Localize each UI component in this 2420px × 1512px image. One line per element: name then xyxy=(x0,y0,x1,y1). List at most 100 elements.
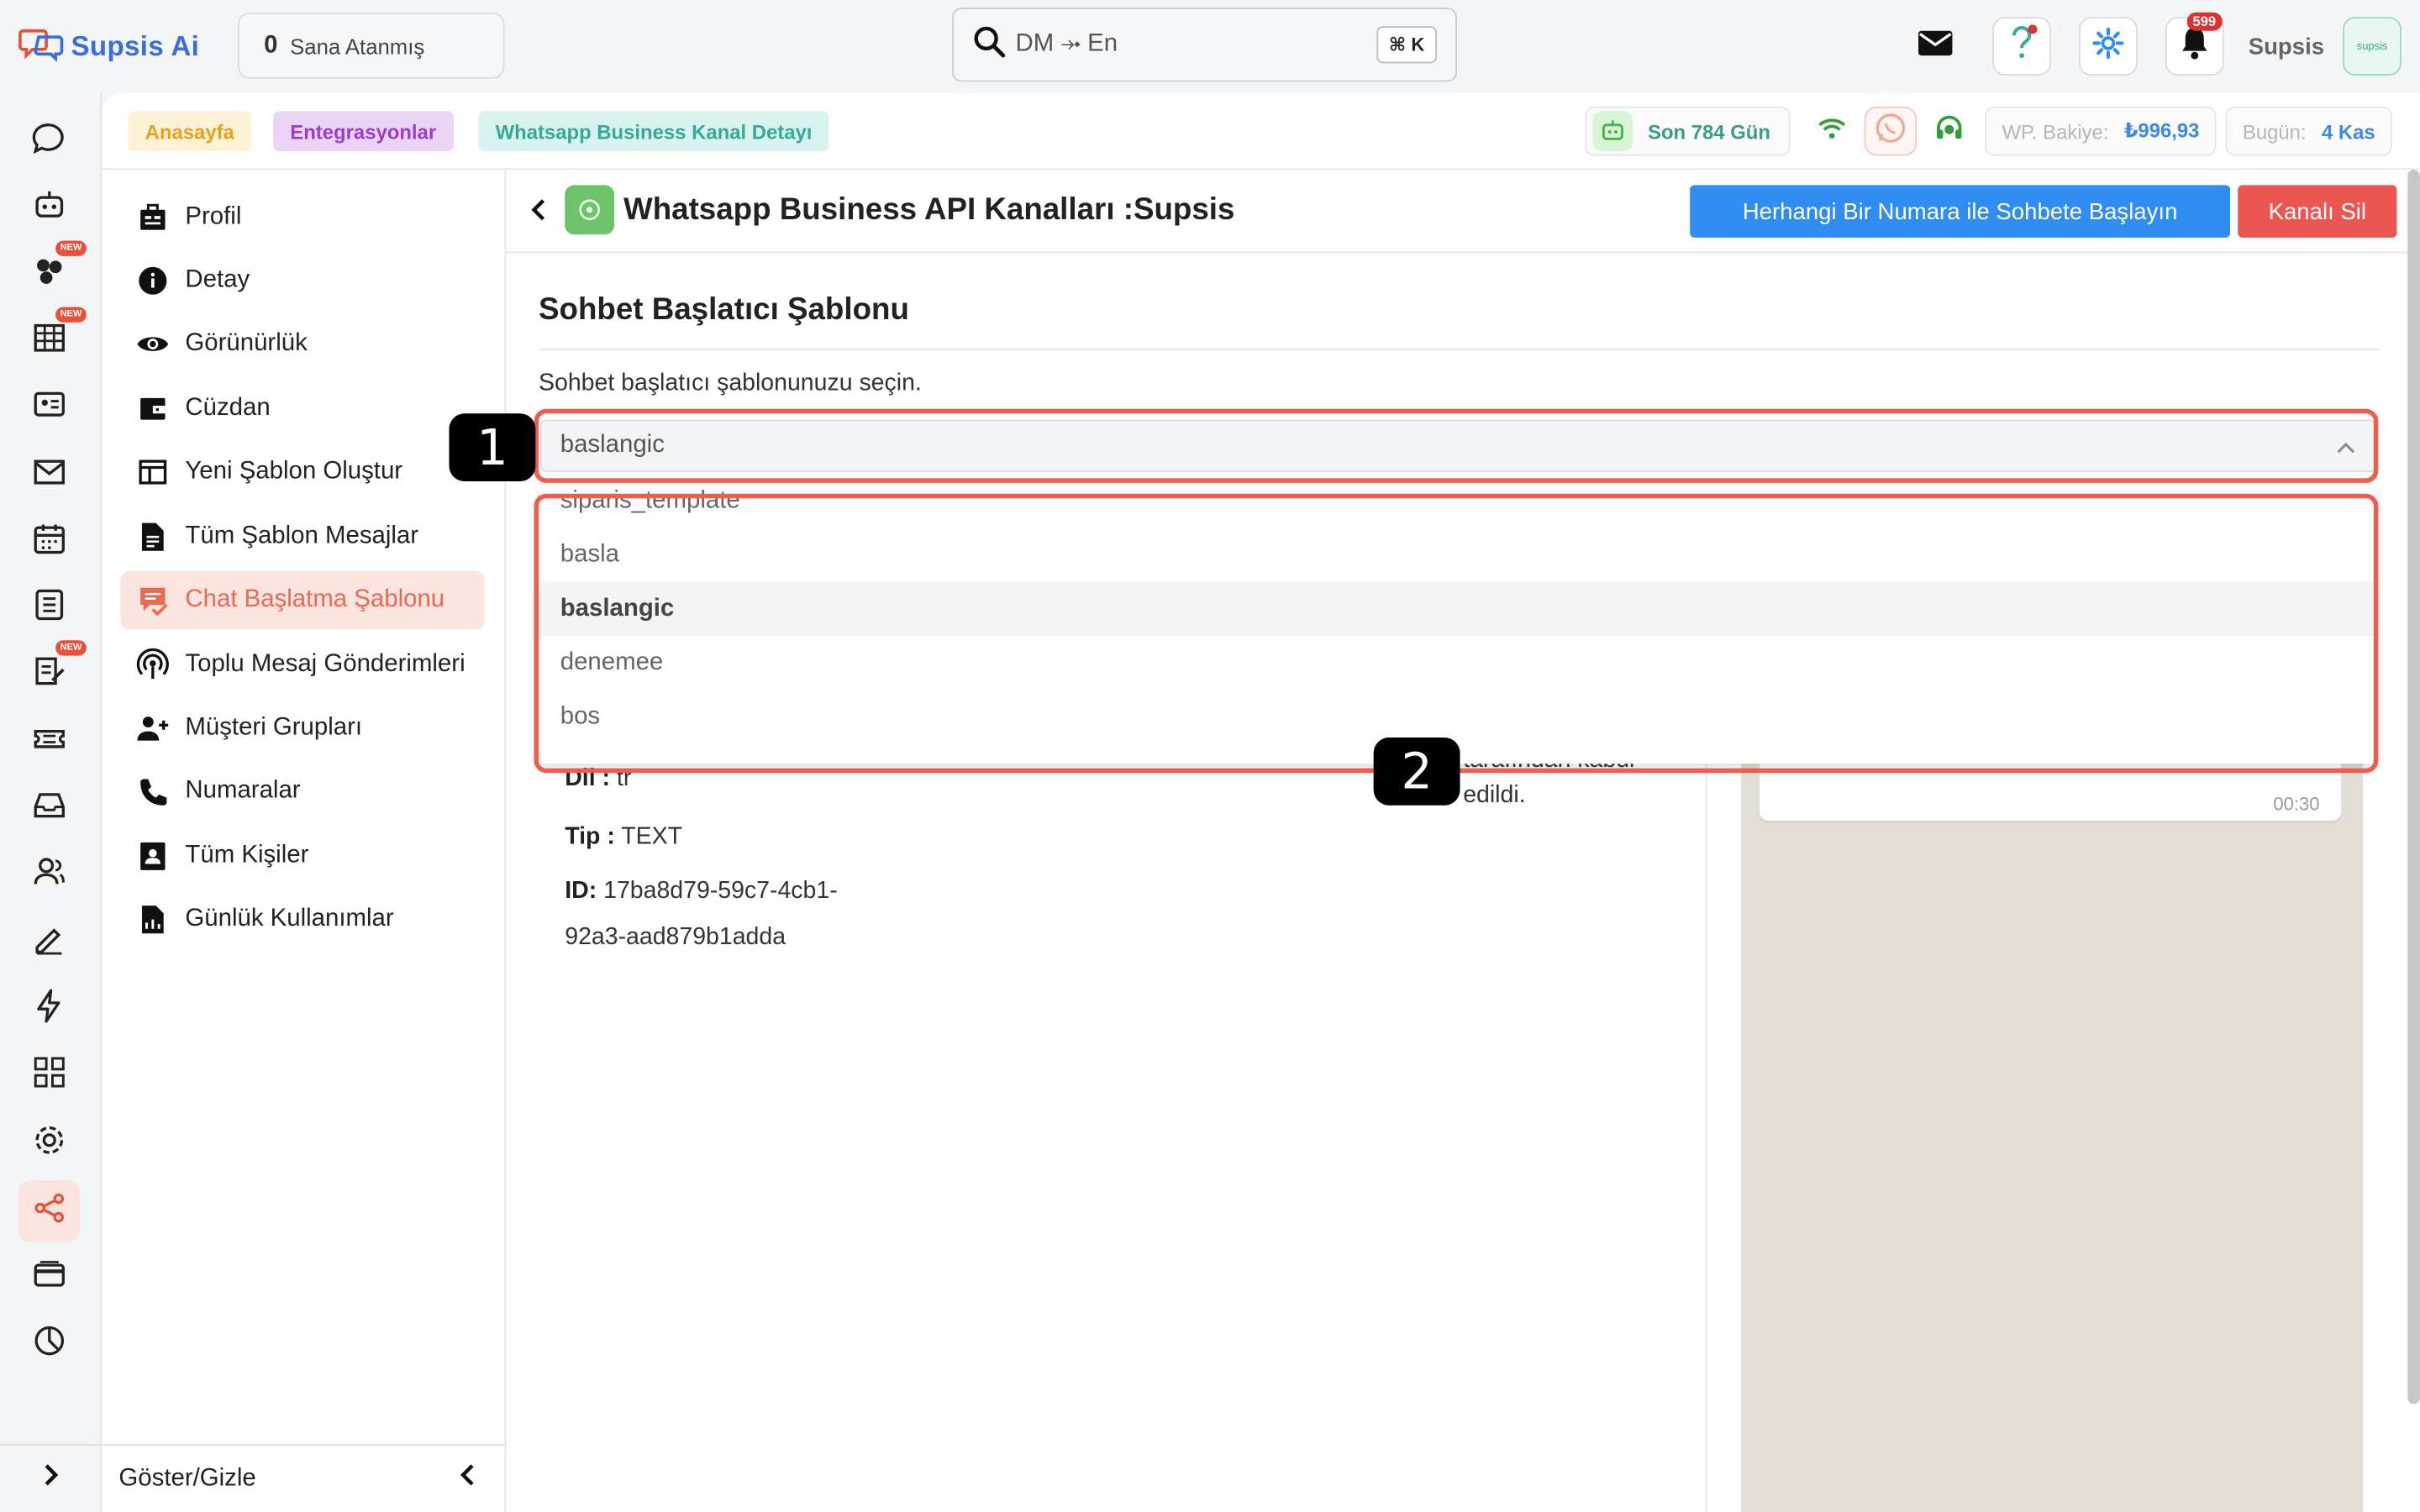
new-badge: NEW xyxy=(55,307,87,323)
back-button[interactable] xyxy=(528,194,550,233)
rail-bot[interactable] xyxy=(18,177,80,239)
rail-chat[interactable] xyxy=(18,111,80,172)
sidebar-item-gunluk-kullanim[interactable]: Günlük Kullanımlar xyxy=(120,890,484,949)
detail-status-text-2: edildi. xyxy=(1463,782,1526,809)
mail-icon xyxy=(1917,29,1954,64)
today-value: 4 Kas xyxy=(2321,119,2375,143)
usage-icon xyxy=(136,902,170,936)
rail-forms-new[interactable]: NEW xyxy=(18,640,87,705)
rail-expand-button[interactable] xyxy=(0,1444,103,1512)
rail-inbox[interactable] xyxy=(18,778,80,839)
logo[interactable]: Supsis Ai xyxy=(18,24,199,69)
rail-share-active[interactable] xyxy=(18,1180,81,1242)
breadcrumb: Anasayfa Entegrasyonlar Whatsapp Busines… xyxy=(102,92,2420,171)
rail-mail[interactable] xyxy=(18,444,80,506)
rail-list[interactable] xyxy=(18,577,80,638)
wifi-icon xyxy=(1817,115,1848,148)
delete-channel-button[interactable]: Kanalı Sil xyxy=(2238,185,2397,238)
help-notification-dot xyxy=(2028,24,2038,34)
form-edit-icon xyxy=(31,652,68,696)
agent-status xyxy=(1923,107,1975,156)
logo-text: Supsis Ai xyxy=(71,30,200,62)
page-scrollbar[interactable] xyxy=(2407,170,2420,1404)
channel-status-bar: Son 784 Gün WP. Bakiye: ₺996,93 Bugün: 4… xyxy=(1584,105,2420,157)
rail-calendar[interactable] xyxy=(18,511,80,572)
rail-reports[interactable] xyxy=(18,1313,80,1374)
lightning-icon xyxy=(31,987,68,1032)
chevron-left-icon xyxy=(528,199,550,231)
annotation-box-select xyxy=(534,408,2379,483)
search-input[interactable] xyxy=(1015,30,1340,59)
info-icon xyxy=(136,264,170,297)
breadcrumb-home[interactable]: Anasayfa xyxy=(128,111,252,151)
top-bar: Supsis Ai 0 Sana Atanmış ⌘ K xyxy=(0,0,2420,93)
breadcrumb-integrations[interactable]: Entegrasyonlar xyxy=(273,111,454,151)
sidebar-item-detay[interactable]: Detay xyxy=(120,251,484,310)
notifications-button[interactable]: 599 xyxy=(2165,12,2224,76)
annotation-marker-1: 1 xyxy=(449,413,536,482)
icon-rail: NEW NEW NEW xyxy=(0,92,103,1512)
grid-table-icon xyxy=(31,318,68,363)
settings-button[interactable] xyxy=(2078,17,2138,76)
sidebar-item-chat-baslatma[interactable]: Chat Başlatma Şablonu xyxy=(120,570,485,630)
detail-type-value: TEXT xyxy=(621,823,682,851)
start-chat-button[interactable]: Herhangi Bir Numara ile Sohbete Başlayın xyxy=(1690,185,2231,238)
rail-apps[interactable] xyxy=(18,1044,80,1105)
id-card-icon xyxy=(31,385,68,429)
search-icon xyxy=(972,24,1006,66)
whatsapp-icon xyxy=(1874,110,1907,152)
channel-sidebar: Profil Detay Görünürlük Cüzdan Yeni Şabl… xyxy=(102,170,507,1512)
annotation-box-dropdown xyxy=(534,493,2379,774)
sidebar-item-label: Günlük Kullanımlar xyxy=(185,906,394,932)
rail-tickets[interactable] xyxy=(18,711,80,773)
rail-table-new[interactable]: NEW xyxy=(18,307,87,371)
rail-automation[interactable] xyxy=(18,978,80,1039)
sidebar-item-label: Detay xyxy=(185,266,250,293)
detail-id-label: ID: xyxy=(565,878,597,905)
rail-integrations-new[interactable]: NEW xyxy=(18,240,87,305)
sidebar-toggle[interactable]: Göster/Gizle xyxy=(102,1444,507,1512)
pen-icon xyxy=(31,921,68,965)
sidebar-item-toplu-mesaj[interactable]: Toplu Mesaj Gönderimleri xyxy=(120,636,484,695)
rail-settings[interactable] xyxy=(18,1112,80,1173)
breadcrumb-channel-detail[interactable]: Whatsapp Business Kanal Detayı xyxy=(478,111,829,151)
sidebar-item-numaralar[interactable]: Numaralar xyxy=(120,762,484,821)
section-divider xyxy=(539,349,2381,350)
help-button[interactable] xyxy=(1991,17,2051,76)
chevron-left-icon xyxy=(457,1462,479,1495)
rail-contacts-card[interactable] xyxy=(18,376,80,438)
puzzle-icon xyxy=(31,252,68,297)
sidebar-item-cuzdan[interactable]: Cüzdan xyxy=(120,380,484,438)
annotation-marker-2: 2 xyxy=(1373,737,1460,806)
sidebar-item-profil[interactable]: Profil xyxy=(120,188,484,247)
calendar-icon xyxy=(31,519,68,564)
page-title: Whatsapp Business API Kanalları :Supsis xyxy=(623,192,1235,227)
user-name[interactable]: Supsis xyxy=(2249,33,2324,59)
search-shortcut: ⌘ K xyxy=(1376,26,1437,64)
sidebar-item-label: Numaralar xyxy=(185,777,301,804)
credit-card-icon xyxy=(31,1255,68,1299)
avatar-text: supsis xyxy=(2356,40,2388,52)
sidebar-item-tum-sablon[interactable]: Tüm Şablon Mesajlar xyxy=(120,507,484,566)
mail-button[interactable] xyxy=(1906,17,1965,76)
new-badge: NEW xyxy=(55,640,87,656)
section-title: Sohbet Başlatıcı Şablonu xyxy=(539,292,909,328)
assigned-to-you-button[interactable]: 0 Sana Atanmış xyxy=(237,12,505,79)
phone-icon xyxy=(136,774,170,808)
sidebar-item-gorunurluk[interactable]: Görünürlük xyxy=(120,315,484,374)
rail-edit[interactable] xyxy=(18,911,80,973)
sidebar-item-label: Tüm Kişiler xyxy=(185,842,309,869)
sidebar-item-tum-kisiler[interactable]: Tüm Kişiler xyxy=(120,827,484,885)
rail-billing[interactable] xyxy=(18,1247,80,1308)
briefcase-icon xyxy=(136,201,170,234)
whatsapp-channel-button[interactable] xyxy=(1865,106,1918,156)
global-search[interactable]: ⌘ K xyxy=(952,8,1457,82)
detail-status-line2: edildi. xyxy=(1463,782,1525,810)
sidebar-item-musteri-gruplari[interactable]: Müşteri Grupları xyxy=(120,699,484,758)
assigned-label: Sana Atanmış xyxy=(290,33,425,58)
sidebar-item-yeni-sablon[interactable]: Yeni Şablon Oluştur xyxy=(120,443,484,501)
rail-users[interactable] xyxy=(18,844,80,906)
logo-icon xyxy=(18,24,65,69)
assigned-count: 0 xyxy=(264,31,278,58)
avatar[interactable]: supsis xyxy=(2343,17,2402,76)
